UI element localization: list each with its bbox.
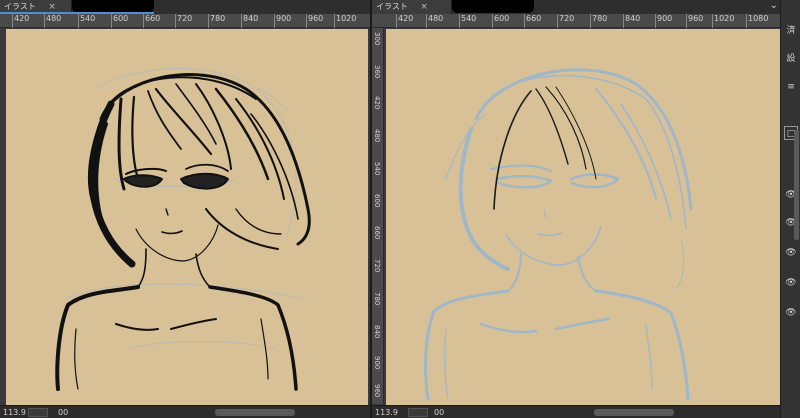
close-icon[interactable]: × bbox=[420, 0, 428, 14]
eye-icon[interactable]: 👁 bbox=[784, 276, 798, 290]
ruler-tick: 420 bbox=[395, 14, 414, 28]
ruler-tick: 960 bbox=[373, 384, 381, 398]
ruler-tick: 840 bbox=[622, 14, 641, 28]
sketch-portrait-drawing bbox=[424, 68, 693, 401]
inked-portrait-drawing bbox=[55, 68, 311, 391]
right-drawing-canvas[interactable] bbox=[386, 29, 780, 405]
ruler-tick: 1080 bbox=[745, 14, 769, 28]
ruler-tick: 540 bbox=[77, 14, 96, 28]
ruler-tick: 720 bbox=[174, 14, 193, 28]
angle-value: 00 bbox=[434, 408, 445, 417]
ruler-tick: 1020 bbox=[711, 14, 735, 28]
horizontal-scrollbar[interactable] bbox=[594, 409, 674, 416]
left-status-bar: 113.9 00 bbox=[0, 405, 370, 418]
right-horizontal-ruler: 420 480 540 600 660 720 780 840 900 960 … bbox=[372, 14, 780, 28]
layer-side-panel: 済 設 ≡ □ 👁 👁 👁 👁 👁 bbox=[780, 0, 800, 418]
ruler-tick: 900 bbox=[654, 14, 673, 28]
ruler-tick: 960 bbox=[305, 14, 324, 28]
ruler-tick: 600 bbox=[373, 194, 381, 208]
ruler-tick: 900 bbox=[373, 356, 381, 370]
right-tab-label: イラスト bbox=[376, 2, 408, 11]
ruler-tick: 300 bbox=[373, 32, 381, 46]
zoom-level: 113.9 bbox=[3, 408, 26, 417]
panel-tab[interactable]: 済 bbox=[784, 24, 798, 38]
ruler-tick: 840 bbox=[373, 325, 381, 339]
ruler-tick: 480 bbox=[373, 129, 381, 143]
vertical-scrollbar[interactable] bbox=[794, 130, 799, 240]
ruler-tick: 780 bbox=[207, 14, 226, 28]
ruler-tick: 720 bbox=[373, 259, 381, 273]
ruler-tick: 780 bbox=[373, 292, 381, 306]
ruler-tick: 540 bbox=[458, 14, 477, 28]
ruler-tick: 660 bbox=[523, 14, 542, 28]
right-tab-bar: イラスト × ⌄ bbox=[372, 0, 800, 14]
ruler-tick: 720 bbox=[556, 14, 575, 28]
zoom-level: 113.9 bbox=[375, 408, 398, 417]
app-root: イラスト × 420 480 540 600 660 720 780 840 9… bbox=[0, 0, 800, 418]
angle-value: 00 bbox=[58, 408, 69, 417]
ruler-tick: 540 bbox=[373, 162, 381, 176]
ruler-tick: 480 bbox=[425, 14, 444, 28]
ruler-tick: 360 bbox=[373, 65, 381, 79]
ruler-tick: 960 bbox=[685, 14, 704, 28]
redacted-tab-title bbox=[452, 0, 534, 13]
left-tab-label: イラスト bbox=[4, 2, 36, 11]
left-canvas-pane: イラスト × 420 480 540 600 660 720 780 840 9… bbox=[0, 0, 370, 418]
rotation-field[interactable] bbox=[408, 408, 428, 417]
right-canvas-pane: イラスト × ⌄ 420 480 540 600 660 720 780 840… bbox=[372, 0, 800, 418]
horizontal-scrollbar[interactable] bbox=[215, 409, 295, 416]
right-document-tab[interactable]: イラスト × bbox=[372, 0, 452, 14]
left-horizontal-ruler: 420 480 540 600 660 720 780 840 900 960 … bbox=[0, 14, 370, 28]
ruler-tick: 600 bbox=[491, 14, 510, 28]
ruler-tick: 840 bbox=[240, 14, 259, 28]
ruler-tick: 1020 bbox=[333, 14, 357, 28]
left-drawing-canvas[interactable] bbox=[6, 29, 368, 405]
eye-icon[interactable]: 👁 bbox=[784, 246, 798, 260]
rotation-field[interactable] bbox=[28, 408, 48, 417]
ruler-tick: 660 bbox=[373, 226, 381, 240]
ruler-tick: 900 bbox=[273, 14, 292, 28]
settings-icon[interactable]: ≡ bbox=[784, 80, 798, 94]
ruler-tick: 600 bbox=[110, 14, 129, 28]
right-vertical-ruler: 300 360 420 480 540 600 660 720 780 840 … bbox=[372, 28, 384, 404]
chevron-down-icon[interactable]: ⌄ bbox=[770, 0, 778, 12]
ruler-tick: 780 bbox=[589, 14, 608, 28]
left-tab-bar: イラスト × bbox=[0, 0, 370, 14]
ruler-tick: 420 bbox=[373, 96, 381, 110]
ruler-tick: 480 bbox=[43, 14, 62, 28]
ruler-tick: 660 bbox=[142, 14, 161, 28]
eye-icon[interactable]: 👁 bbox=[784, 306, 798, 320]
right-status-bar: 113.9 00 bbox=[372, 405, 800, 418]
panel-tab[interactable]: 設 bbox=[784, 52, 798, 66]
ruler-tick: 420 bbox=[11, 14, 30, 28]
